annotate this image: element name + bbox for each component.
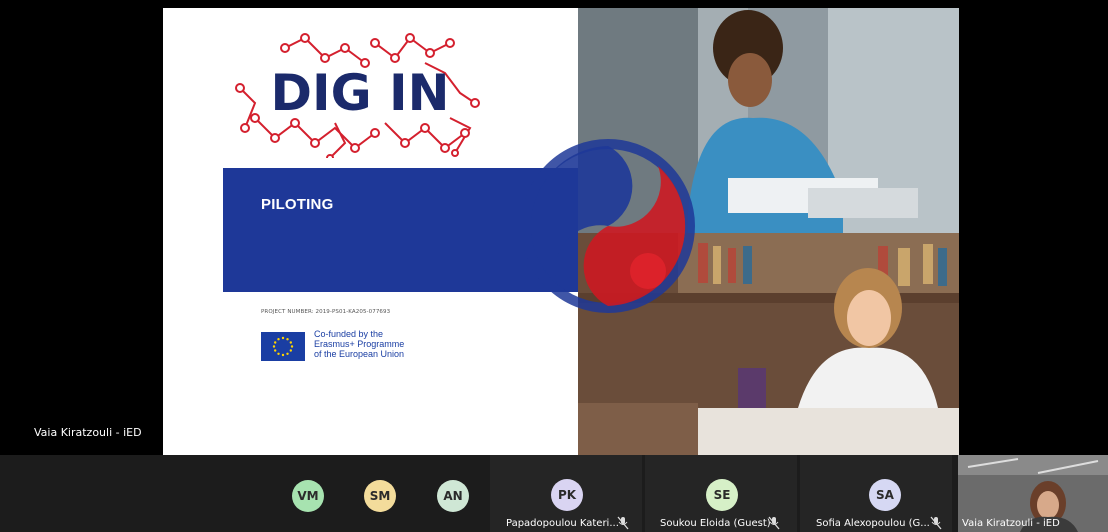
swirl-emblem — [521, 139, 695, 313]
participant-avatar-an[interactable]: AN — [437, 480, 469, 512]
participant-avatar-se[interactable]: SE — [706, 479, 738, 511]
eu-funding-text: Co-funded by the Erasmus+ Programme of t… — [314, 329, 404, 359]
eu-flag-icon — [261, 332, 305, 361]
eu-line-3: of the European Union — [314, 349, 405, 359]
dig-in-logo: DIG IN — [235, 33, 480, 158]
presentation-slide: DIG IN PILOTING PROJECT NUMBER: 2019-PS0… — [163, 8, 959, 455]
mic-muted-icon — [768, 516, 780, 530]
avatar-initials: VM — [297, 489, 319, 503]
participant-avatar-sm[interactable]: SM — [364, 480, 396, 512]
eu-line-1: Co-funded by the — [314, 329, 384, 339]
avatar-initials: SM — [369, 489, 391, 503]
avatar-initials: AN — [443, 489, 463, 503]
avatar-initials: PK — [557, 488, 577, 502]
shared-screen-stage: DIG IN PILOTING PROJECT NUMBER: 2019-PS0… — [0, 0, 1108, 455]
presenter-name-label: Vaia Kiratzouli - iED — [34, 426, 142, 439]
logo-text: DIG IN — [270, 64, 449, 122]
self-view-name: Vaia Kiratzouli - iED — [962, 518, 1060, 529]
mic-muted-icon — [617, 516, 629, 530]
participant-name-sa: Sofia Alexopoulou (G... — [816, 518, 930, 529]
slide-title: PILOTING — [261, 196, 334, 213]
participant-avatar-vm[interactable]: VM — [292, 480, 324, 512]
eu-line-2: Erasmus+ Programme — [314, 339, 405, 349]
mic-muted-icon — [930, 516, 942, 530]
participant-name-pk: Papadopoulou Kateri... — [506, 518, 619, 529]
avatar-initials: SA — [876, 488, 894, 502]
project-number: PROJECT NUMBER: 2019-PS01-KA205-077693 — [261, 309, 391, 315]
participant-name-se: Soukou Eloida (Guest) — [660, 518, 771, 529]
self-camera-view[interactable]: Vaia Kiratzouli - iED — [958, 455, 1108, 532]
avatar-initials: SE — [713, 488, 731, 502]
participant-avatar-sa[interactable]: SA — [869, 479, 901, 511]
participant-avatar-pk[interactable]: PK — [551, 479, 583, 511]
